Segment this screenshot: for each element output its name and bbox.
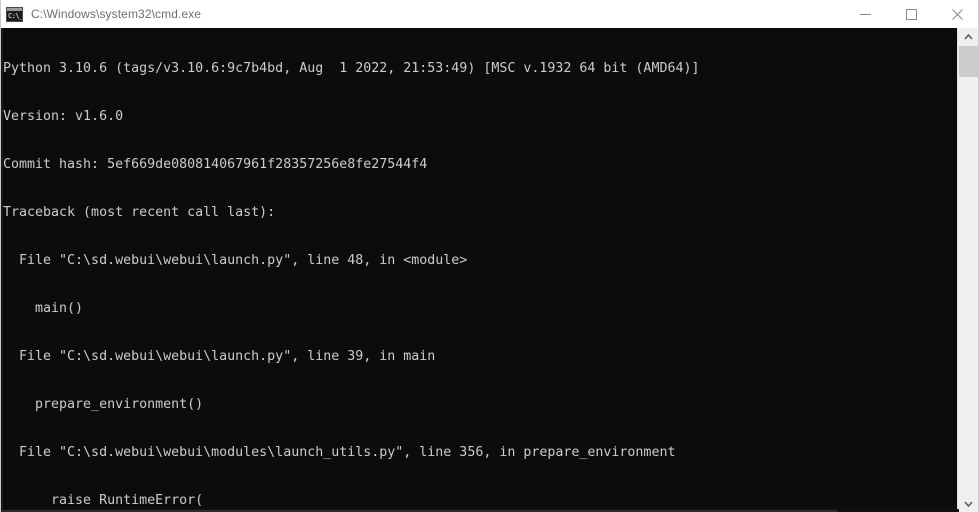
console-line: File "C:\sd.webui\webui\launch.py", line…	[3, 253, 468, 268]
console-line: prepare_environment()	[3, 397, 204, 412]
vertical-scrollbar-thumb[interactable]	[959, 46, 978, 77]
cmd-icon-prompt-text: C:\_	[8, 11, 23, 20]
minimize-button[interactable]	[842, 0, 888, 28]
chevron-down-icon	[963, 500, 973, 507]
console-line: Commit hash: 5ef669de080814067961f283572…	[3, 157, 428, 172]
vertical-scrollbar[interactable]	[957, 28, 978, 512]
minimize-icon	[859, 13, 871, 15]
console-line: File "C:\sd.webui\webui\launch.py", line…	[3, 349, 436, 364]
chevron-up-icon	[963, 33, 973, 40]
console-line: main()	[3, 301, 84, 316]
close-icon	[951, 8, 963, 20]
console-line: Python 3.10.6 (tags/v3.10.6:9c7b4bd, Aug…	[3, 61, 700, 76]
window-title: C:\Windows\system32\cmd.exe	[31, 7, 202, 21]
console-text-buffer: Python 3.10.6 (tags/v3.10.6:9c7b4bd, Aug…	[3, 29, 959, 512]
console-line: Version: v1.6.0	[3, 109, 124, 124]
cmd-console-icon: C:\_	[6, 6, 23, 22]
console-line: raise RuntimeError(	[3, 493, 204, 508]
console-line: File "C:\sd.webui\webui\modules\launch_u…	[3, 445, 676, 460]
console-output-area[interactable]: Python 3.10.6 (tags/v3.10.6:9c7b4bd, Aug…	[1, 28, 978, 512]
title-bar[interactable]: C:\_ C:\Windows\system32\cmd.exe	[1, 0, 978, 28]
console-line: Traceback (most recent call last):	[3, 205, 276, 220]
scroll-up-button[interactable]	[958, 28, 978, 45]
cmd-window: C:\_ C:\Windows\system32\cmd.exe Python …	[0, 0, 979, 512]
scroll-down-button[interactable]	[958, 495, 978, 512]
close-button[interactable]	[934, 0, 978, 28]
maximize-icon	[905, 8, 917, 20]
maximize-button[interactable]	[888, 0, 934, 28]
